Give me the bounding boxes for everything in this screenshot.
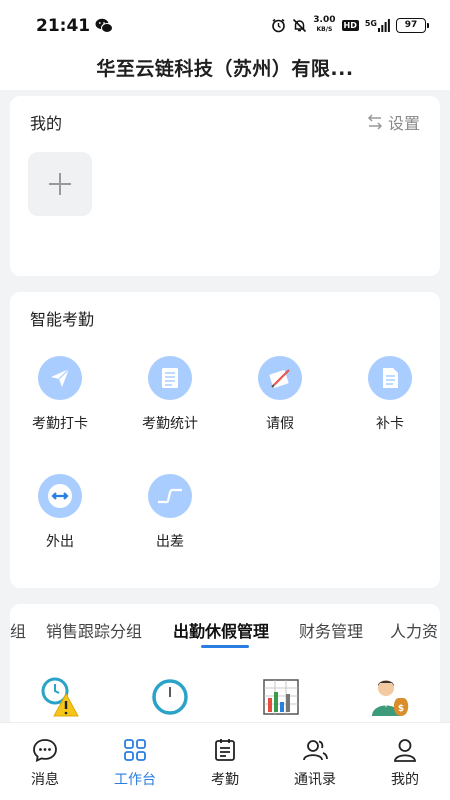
nav-messages[interactable]: 消息 bbox=[10, 737, 80, 789]
mute-bell-icon bbox=[293, 18, 307, 32]
clock-icon[interactable] bbox=[150, 676, 190, 718]
svg-text:$: $ bbox=[398, 704, 404, 714]
speed-unit: KB/S bbox=[316, 26, 333, 33]
tab-hr[interactable]: 人力资 bbox=[390, 618, 438, 642]
network-speed: 3.00 KB/S bbox=[313, 16, 335, 34]
person-icon bbox=[394, 739, 416, 762]
attendance-item-label: 外出 bbox=[46, 534, 74, 550]
category-tabs: 组 销售跟踪分组 出勤休假管理 财务管理 人力资 bbox=[10, 618, 440, 648]
mine-title: 我的 bbox=[30, 114, 63, 133]
add-shortcut-button[interactable] bbox=[28, 152, 92, 216]
wechat-icon bbox=[95, 18, 113, 33]
title-bar: 华至云链科技（苏州）有限... bbox=[0, 44, 450, 90]
settings-label: 设置 bbox=[387, 114, 420, 133]
status-time: 21:41 bbox=[36, 16, 91, 36]
attendance-clock-in[interactable]: 考勤打卡 bbox=[10, 356, 110, 433]
plus-icon bbox=[49, 173, 71, 195]
status-indicators: 3.00 KB/S HD 5G 97 bbox=[271, 16, 429, 34]
pen-note-icon bbox=[258, 356, 302, 400]
nav-mine[interactable]: 我的 bbox=[370, 737, 440, 789]
nav-label: 消息 bbox=[31, 772, 59, 788]
nav-attendance[interactable]: 考勤 bbox=[190, 737, 260, 789]
tab-group[interactable]: 组 bbox=[10, 618, 26, 642]
document-list-icon bbox=[148, 356, 192, 400]
company-title[interactable]: 华至云链科技（苏州）有限... bbox=[96, 54, 353, 81]
alarm-icon bbox=[272, 18, 286, 32]
nav-label: 考勤 bbox=[211, 772, 239, 788]
hd-badge: HD bbox=[341, 19, 359, 31]
settings-button[interactable]: 设置 bbox=[366, 110, 420, 134]
attendance-title: 智能考勤 bbox=[30, 310, 95, 329]
nav-label: 我的 bbox=[391, 772, 419, 788]
attendance-item-label: 出差 bbox=[156, 534, 184, 550]
mine-card: 我的 设置 bbox=[10, 96, 440, 276]
attendance-item-label: 补卡 bbox=[376, 416, 404, 432]
arrows-left-right-icon bbox=[38, 474, 82, 518]
tab-attendance-leave[interactable]: 出勤休假管理 bbox=[173, 618, 269, 642]
chat-bubble-icon bbox=[33, 739, 57, 763]
attendance-item-label: 考勤打卡 bbox=[32, 416, 88, 432]
battery-icon: 97 bbox=[396, 17, 429, 33]
tab-sales-tracking[interactable]: 销售跟踪分组 bbox=[46, 618, 142, 642]
battery-level: 97 bbox=[404, 19, 418, 30]
attendance-leave[interactable]: 请假 bbox=[230, 356, 330, 433]
attendance-card: 智能考勤 考勤打卡 考勤统计 请假 补卡 外出 出差 bbox=[10, 292, 440, 588]
clock-warning-icon[interactable] bbox=[40, 676, 80, 718]
attendance-business-trip[interactable]: 出差 bbox=[120, 474, 220, 551]
grid-icon bbox=[124, 739, 146, 761]
network-label: 5G bbox=[364, 18, 377, 28]
person-money-icon[interactable]: $ bbox=[370, 676, 410, 718]
step-curve-icon bbox=[148, 474, 192, 518]
speed-value: 3.00 bbox=[313, 15, 336, 25]
attendance-item-label: 考勤统计 bbox=[142, 416, 198, 432]
swap-arrows-icon bbox=[367, 114, 383, 130]
signal-icon: 5G bbox=[364, 18, 390, 32]
contacts-icon bbox=[303, 740, 328, 761]
attendance-outing[interactable]: 外出 bbox=[10, 474, 110, 551]
nav-label: 工作台 bbox=[114, 772, 156, 788]
attendance-stats[interactable]: 考勤统计 bbox=[120, 356, 220, 433]
nav-label: 通讯录 bbox=[294, 772, 336, 788]
document-icon bbox=[368, 356, 412, 400]
tab-finance[interactable]: 财务管理 bbox=[299, 618, 363, 642]
calendar-note-icon bbox=[215, 739, 235, 761]
attendance-correction[interactable]: 补卡 bbox=[340, 356, 440, 433]
bottom-nav: 消息 工作台 考勤 通讯录 我的 bbox=[0, 722, 450, 800]
nav-workbench[interactable]: 工作台 bbox=[100, 737, 170, 789]
active-tab-indicator bbox=[201, 645, 249, 648]
attendance-item-label: 请假 bbox=[266, 416, 294, 432]
bar-chart-table-icon[interactable] bbox=[261, 676, 301, 718]
nav-contacts[interactable]: 通讯录 bbox=[280, 737, 350, 789]
paper-plane-icon bbox=[38, 356, 82, 400]
